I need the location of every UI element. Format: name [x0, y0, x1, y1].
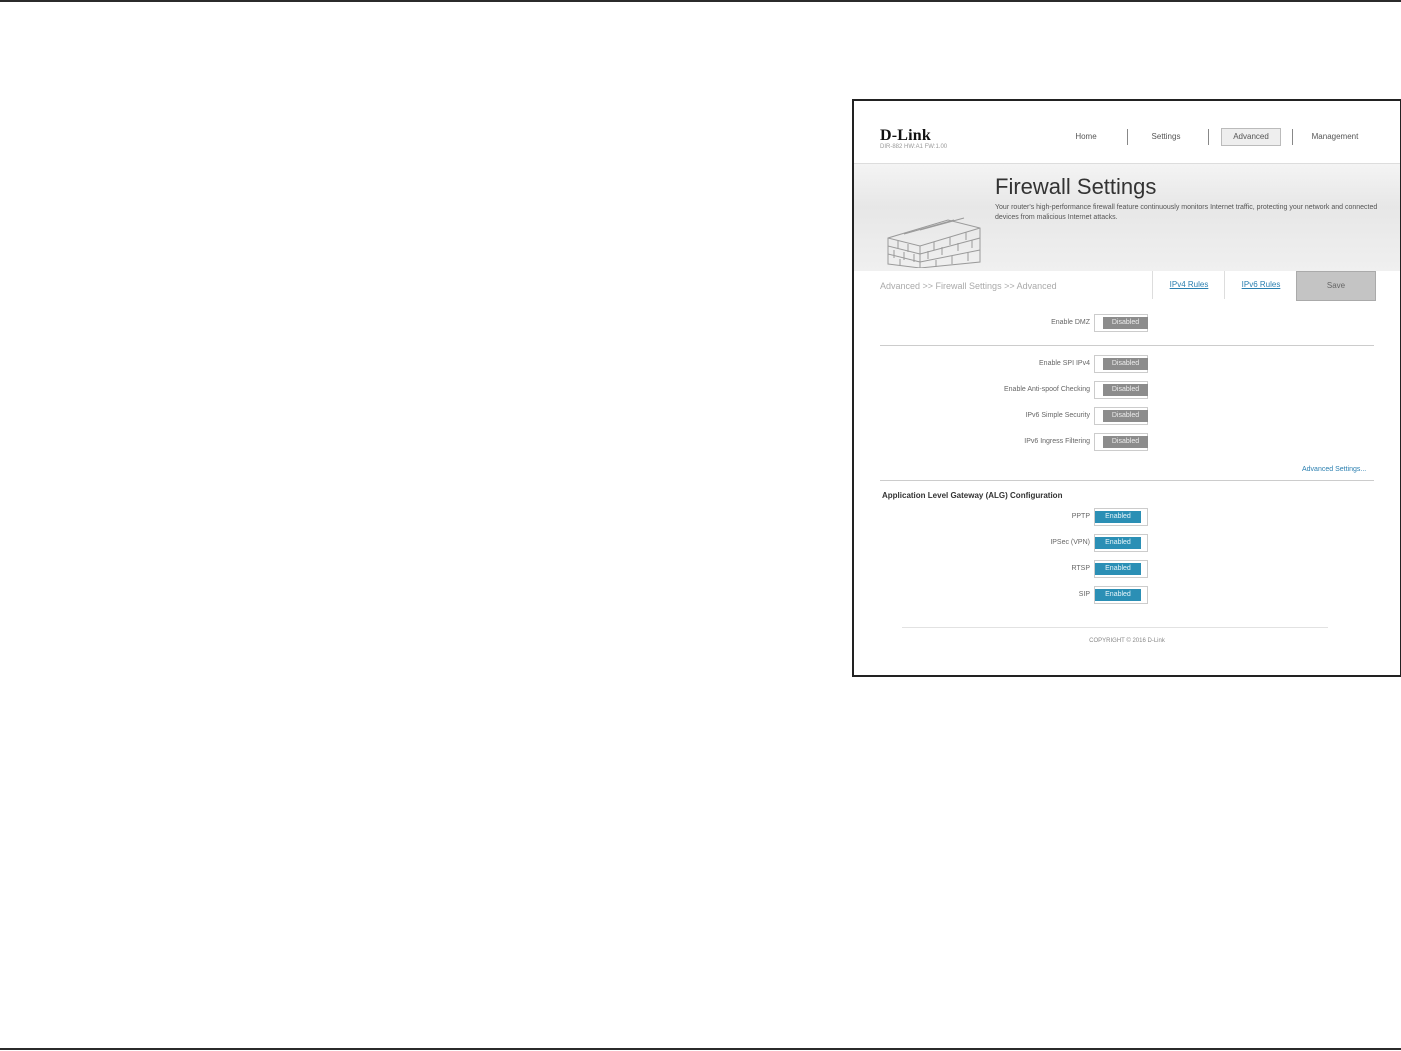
nav-separator — [1127, 129, 1128, 145]
tab-ipv6-rules[interactable]: IPv6 Rules — [1224, 271, 1297, 299]
rtsp-toggle[interactable]: Enabled — [1094, 560, 1148, 578]
breadcrumb: Advanced >> Firewall Settings >> Advance… — [880, 281, 1057, 291]
toggle-state: Enabled — [1095, 589, 1141, 601]
nav-separator — [1292, 129, 1293, 145]
nav-home[interactable]: Home — [1066, 128, 1106, 146]
page-banner: Firewall Settings Your router's high-per… — [854, 163, 1400, 272]
anti-spoof-label: Enable Anti-spoof Checking — [1004, 386, 1090, 393]
copyright-text: COPYRIGHT © 2016 D-Link — [1089, 638, 1165, 644]
nav-advanced[interactable]: Advanced — [1221, 128, 1281, 146]
toggle-state: Enabled — [1095, 537, 1141, 549]
header: D-Link DIR-882 HW:A1 FW:1.00 Home Settin… — [854, 101, 1400, 163]
save-button[interactable]: Save — [1296, 271, 1376, 301]
ipv6-ingress-filtering-toggle[interactable]: Disabled — [1094, 433, 1148, 451]
pptp-label: PPTP — [1071, 513, 1090, 520]
pptp-toggle[interactable]: Enabled — [1094, 508, 1148, 526]
page-bottom-rule — [0, 1048, 1401, 1050]
tab-ipv4-rules[interactable]: IPv4 Rules — [1152, 271, 1225, 299]
dmz-label: Enable DMZ — [1051, 319, 1090, 326]
sip-toggle[interactable]: Enabled — [1094, 586, 1148, 604]
top-nav: Home Settings Advanced Management — [854, 128, 1400, 146]
toggle-state: Disabled — [1103, 410, 1148, 422]
nav-management[interactable]: Management — [1305, 128, 1365, 146]
alg-section-title: Application Level Gateway (ALG) Configur… — [882, 491, 1063, 500]
breadcrumb-bar: Advanced >> Firewall Settings >> Advance… — [854, 271, 1400, 301]
section-divider — [880, 345, 1374, 346]
router-ui-screenshot: D-Link DIR-882 HW:A1 FW:1.00 Home Settin… — [852, 99, 1401, 677]
footer-divider — [902, 627, 1328, 628]
ipv6-ingress-filtering-label: IPv6 Ingress Filtering — [1024, 438, 1090, 445]
sip-label: SIP — [1078, 591, 1090, 598]
section-divider — [880, 480, 1374, 481]
ipsec-toggle[interactable]: Enabled — [1094, 534, 1148, 552]
page-description: Your router's high-performance firewall … — [995, 204, 1378, 221]
page-top-rule — [0, 0, 1401, 2]
toggle-state: Disabled — [1103, 317, 1148, 329]
anti-spoof-toggle[interactable]: Disabled — [1094, 381, 1148, 399]
toggle-state: Disabled — [1103, 384, 1148, 396]
ipv4-rules-link[interactable]: IPv4 Rules — [1170, 280, 1209, 289]
page-title: Firewall Settings — [995, 174, 1157, 199]
firewall-brick-wall-icon — [887, 217, 981, 268]
nav-settings[interactable]: Settings — [1146, 128, 1186, 146]
dmz-toggle[interactable]: Disabled — [1094, 314, 1148, 332]
ipv6-rules-link[interactable]: IPv6 Rules — [1242, 280, 1281, 289]
toggle-state: Disabled — [1103, 358, 1148, 370]
toggle-state: Enabled — [1095, 511, 1141, 523]
ipsec-label: IPSec (VPN) — [1050, 539, 1090, 546]
nav-separator — [1208, 129, 1209, 145]
spi-ipv4-toggle[interactable]: Disabled — [1094, 355, 1148, 373]
ipv6-simple-security-toggle[interactable]: Disabled — [1094, 407, 1148, 425]
advanced-settings-link[interactable]: Advanced Settings... — [1302, 466, 1366, 473]
toggle-state: Disabled — [1103, 436, 1148, 448]
rtsp-label: RTSP — [1071, 565, 1090, 572]
ipv6-simple-security-label: IPv6 Simple Security — [1025, 412, 1090, 419]
toggle-state: Enabled — [1095, 563, 1141, 575]
spi-ipv4-label: Enable SPI IPv4 — [1039, 360, 1090, 367]
